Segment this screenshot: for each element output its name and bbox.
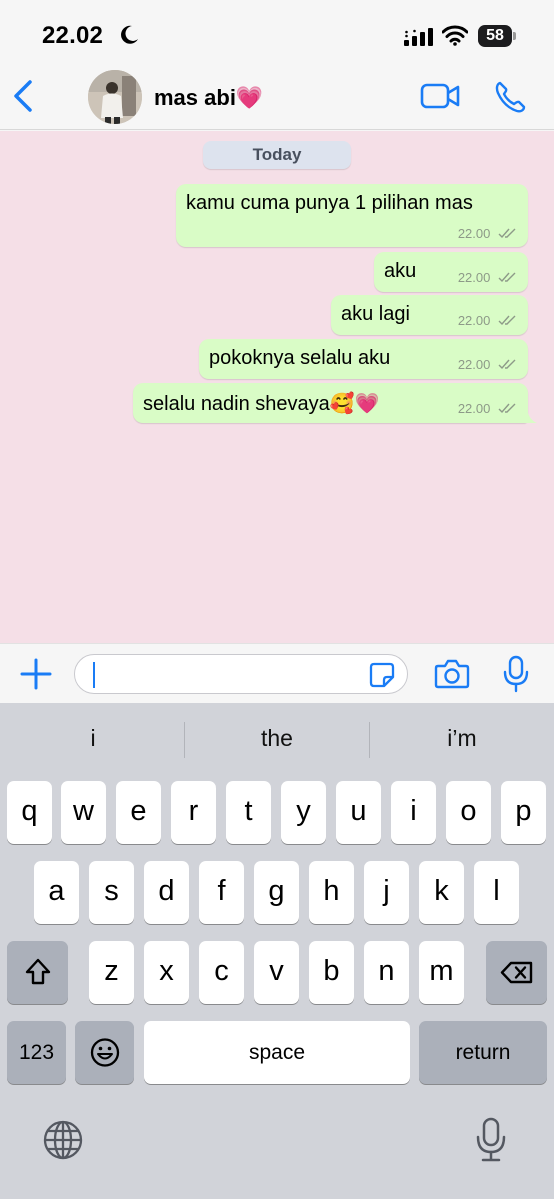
key-m[interactable]: m xyxy=(419,941,464,1004)
dictation-icon[interactable] xyxy=(474,1117,508,1163)
key-a[interactable]: a xyxy=(34,861,79,924)
message-meta: 22.00 xyxy=(458,226,518,241)
suggestion-i[interactable]: i xyxy=(3,725,183,752)
message-time: 22.00 xyxy=(457,226,491,241)
read-ticks-icon xyxy=(498,403,516,414)
key-s[interactable]: s xyxy=(89,861,134,924)
wifi-icon xyxy=(442,25,468,46)
key-w[interactable]: w xyxy=(61,781,106,844)
message-text: aku xyxy=(384,260,417,282)
avatar-photo xyxy=(88,70,142,124)
message-meta: 22.00 xyxy=(458,401,518,416)
key-d[interactable]: d xyxy=(144,861,189,924)
keyboard: i the i’m q w e r t y u i o p a s d f g … xyxy=(0,703,554,1199)
battery-level: 58 xyxy=(478,25,512,47)
key-t[interactable]: t xyxy=(226,781,271,844)
key-e[interactable]: e xyxy=(116,781,161,844)
globe-icon[interactable] xyxy=(42,1119,84,1161)
return-key[interactable]: return xyxy=(419,1021,547,1084)
message-meta: 22.00 xyxy=(458,313,518,328)
key-p[interactable]: p xyxy=(501,781,546,844)
suggestion-divider xyxy=(369,722,370,758)
key-u[interactable]: u xyxy=(336,781,381,844)
key-b[interactable]: b xyxy=(309,941,354,1004)
chat-area[interactable]: Today kamu cuma punya 1 pilihan mas 22.0… xyxy=(0,131,554,643)
message-text: kamu cuma punya 1 pilihan mas xyxy=(186,192,473,214)
emoji-key[interactable] xyxy=(75,1021,134,1084)
message-time: 22.00 xyxy=(457,357,491,372)
battery-icon: 58 xyxy=(478,25,516,47)
key-i[interactable]: i xyxy=(391,781,436,844)
key-z[interactable]: z xyxy=(89,941,134,1004)
microphone-icon[interactable] xyxy=(502,655,530,693)
read-ticks-icon xyxy=(498,359,516,370)
key-h[interactable]: h xyxy=(309,861,354,924)
key-x[interactable]: x xyxy=(144,941,189,1004)
key-y[interactable]: y xyxy=(281,781,326,844)
key-c[interactable]: c xyxy=(199,941,244,1004)
message-bubble[interactable]: pokoknya selalu aku 22.00 xyxy=(199,339,528,379)
key-l[interactable]: l xyxy=(474,861,519,924)
shift-icon xyxy=(25,958,50,985)
delete-icon xyxy=(500,961,532,984)
contact-name[interactable]: mas abi💗 xyxy=(154,85,263,111)
key-n[interactable]: n xyxy=(364,941,409,1004)
message-bubble[interactable]: selalu nadin shevaya🥰💗 22.00 xyxy=(133,383,537,423)
message-bubble[interactable]: aku lagi 22.00 xyxy=(331,295,528,335)
message-time: 22.00 xyxy=(457,313,491,328)
message-meta: 22.00 xyxy=(458,270,518,285)
phone-icon[interactable] xyxy=(494,80,526,114)
message-text: aku lagi xyxy=(341,303,410,325)
space-key[interactable]: space xyxy=(144,1021,410,1084)
back-chevron-icon[interactable] xyxy=(10,78,36,114)
key-o[interactable]: o xyxy=(446,781,491,844)
status-time: 22.02 xyxy=(42,22,104,49)
message-input[interactable] xyxy=(74,654,408,694)
delete-key[interactable] xyxy=(486,941,547,1004)
suggestion-im[interactable]: i’m xyxy=(372,725,552,752)
plus-icon[interactable] xyxy=(20,658,52,690)
message-bubble[interactable]: aku 22.00 xyxy=(374,252,528,292)
moon-icon xyxy=(121,25,138,44)
key-q[interactable]: q xyxy=(7,781,52,844)
text-cursor xyxy=(93,662,95,688)
message-time: 22.00 xyxy=(457,401,491,416)
bubble-tail xyxy=(523,409,537,423)
key-j[interactable]: j xyxy=(364,861,409,924)
key-g[interactable]: g xyxy=(254,861,299,924)
avatar[interactable] xyxy=(88,70,142,124)
numbers-key[interactable]: 123 xyxy=(7,1021,66,1084)
suggestion-the[interactable]: the xyxy=(187,725,367,752)
battery-tip xyxy=(513,32,516,40)
message-text: pokoknya selalu aku xyxy=(209,347,391,369)
message-input-bar xyxy=(0,643,554,703)
key-k[interactable]: k xyxy=(419,861,464,924)
message-time: 22.00 xyxy=(457,270,491,285)
key-v[interactable]: v xyxy=(254,941,299,1004)
camera-icon[interactable] xyxy=(434,658,470,690)
message-text: selalu nadin shevaya🥰💗 xyxy=(143,393,380,415)
key-r[interactable]: r xyxy=(171,781,216,844)
read-ticks-icon xyxy=(498,228,516,239)
message-bubble[interactable]: kamu cuma punya 1 pilihan mas 22.00 xyxy=(176,184,528,247)
emoji-icon xyxy=(90,1038,119,1067)
read-ticks-icon xyxy=(498,272,516,283)
date-separator: Today xyxy=(203,141,351,169)
chat-header: mas abi💗 xyxy=(0,60,554,130)
message-meta: 22.00 xyxy=(458,357,518,372)
shift-key[interactable] xyxy=(7,941,68,1004)
signal-icon xyxy=(404,28,433,46)
key-f[interactable]: f xyxy=(199,861,244,924)
read-ticks-icon xyxy=(498,315,516,326)
video-call-icon[interactable] xyxy=(420,82,460,110)
suggestion-divider xyxy=(184,722,185,758)
sticker-icon[interactable] xyxy=(369,662,395,688)
